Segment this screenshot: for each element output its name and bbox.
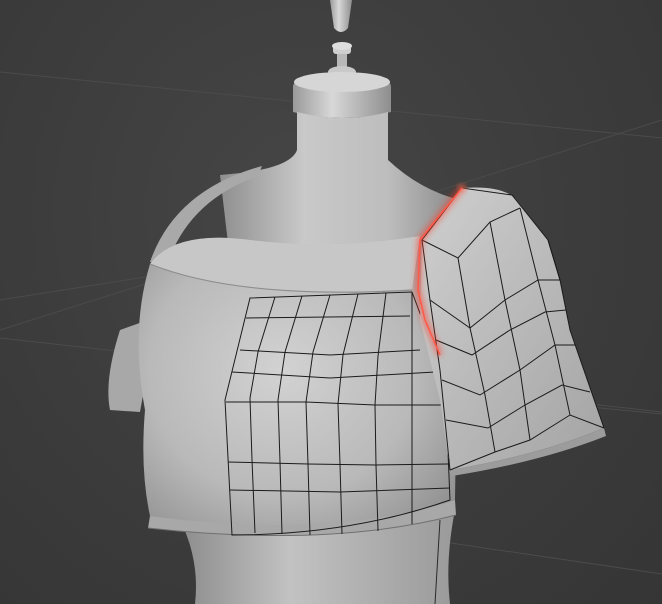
sleeve[interactable] xyxy=(420,187,606,476)
crop-top-bodice[interactable] xyxy=(138,236,459,537)
dress-form-finial xyxy=(330,0,352,32)
viewport-canvas[interactable] xyxy=(0,0,662,604)
3d-viewport[interactable] xyxy=(0,0,662,604)
